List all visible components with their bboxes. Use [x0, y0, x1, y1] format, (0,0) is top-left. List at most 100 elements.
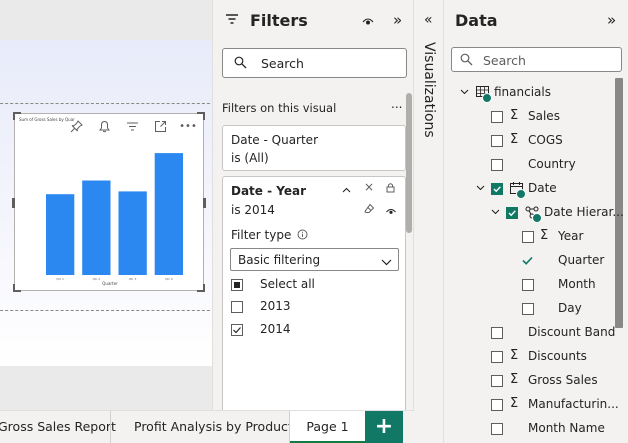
visualizations-pane-collapsed[interactable]: « Visualizations: [414, 0, 444, 443]
checkbox-unchecked[interactable]: [491, 375, 503, 387]
tree-field-discount-band[interactable]: Discount Band: [444, 324, 619, 344]
clear-close-icon[interactable]: ×: [364, 180, 374, 194]
info-icon[interactable]: [297, 229, 308, 243]
filter-option-label: Select all: [260, 277, 315, 291]
checkbox-unchecked[interactable]: [491, 327, 503, 339]
filter-card-title: Date - Quarter: [231, 133, 318, 147]
checkbox-unchecked[interactable]: [231, 301, 243, 313]
chevron-down-icon: [381, 255, 392, 269]
chart-plot: Qtr 1 Qtr 2 Qtr 3 Qtr 4: [46, 153, 183, 281]
tab-page-1[interactable]: Page 1: [290, 411, 365, 443]
checkbox-checked[interactable]: [491, 183, 503, 195]
pin-icon[interactable]: [67, 119, 85, 133]
checkbox-unchecked[interactable]: [522, 303, 534, 315]
sigma-icon: Σ: [510, 372, 519, 387]
filter-lines-icon: [225, 13, 239, 28]
sigma-icon: Σ: [540, 228, 549, 243]
page-tabs-bar: Gross Sales Report Profit Analysis by Pr…: [0, 410, 414, 443]
checkbox-partial[interactable]: [231, 279, 243, 291]
tab-gross-sales-report[interactable]: Gross Sales Report: [0, 411, 116, 443]
bell-icon[interactable]: [95, 119, 113, 133]
checkbox-unchecked[interactable]: [491, 159, 503, 171]
filter-card-date-year[interactable]: Date - Year is 2014 × Filter type Basic …: [222, 176, 406, 410]
tree-label: Discount Band: [528, 325, 616, 339]
data-pane: Data » financials Σ Sales Σ COGS Country: [444, 0, 628, 443]
data-scrollbar[interactable]: [615, 78, 623, 328]
checkbox-checked[interactable]: [506, 207, 518, 219]
tree-field-cogs[interactable]: Σ COGS: [444, 132, 614, 152]
more-options-icon[interactable]: •••: [179, 119, 197, 133]
chevron-down-icon[interactable]: [491, 207, 500, 218]
chevron-down-icon[interactable]: [460, 87, 469, 98]
tree-field-month[interactable]: Month: [444, 276, 614, 296]
bar-qtr-4[interactable]: [154, 153, 183, 275]
checkbox-unchecked[interactable]: [522, 231, 534, 243]
tree-field-date[interactable]: Date: [444, 180, 614, 200]
hierarchy-icon: [525, 206, 542, 223]
calendar-icon: [510, 182, 526, 199]
checkbox-unchecked[interactable]: [491, 135, 503, 147]
filters-pane: Filters » Filters on this visual ... Dat…: [212, 0, 414, 410]
filter-card-summary: is (All): [231, 151, 269, 165]
tree-field-date-hierarchy[interactable]: Date Hierar...: [444, 204, 624, 224]
tree-field-manufacturing[interactable]: Σ Manufacturin...: [444, 396, 619, 416]
tree-label: Month Name: [528, 421, 605, 435]
tree-label: financials: [494, 85, 551, 99]
lock-icon[interactable]: [386, 182, 395, 196]
tab-profit-analysis-by-product[interactable]: Profit Analysis by Product: [134, 411, 293, 443]
filters-search-box[interactable]: [222, 48, 407, 78]
eye-icon[interactable]: [362, 15, 374, 29]
checkbox-unchecked[interactable]: [491, 111, 503, 123]
tree-label: Manufacturin...: [528, 397, 619, 411]
data-search-box[interactable]: [451, 47, 622, 72]
filter-icon[interactable]: [123, 119, 141, 133]
collapse-card-icon[interactable]: [342, 183, 351, 196]
add-page-button[interactable]: +: [365, 411, 403, 443]
chevron-down-icon[interactable]: [476, 183, 485, 194]
visualizations-label[interactable]: Visualizations: [421, 42, 437, 138]
collapse-filters-icon[interactable]: »: [393, 11, 402, 29]
filters-search-input[interactable]: [261, 54, 401, 72]
data-pane-title: Data: [455, 11, 498, 30]
tree-field-country[interactable]: Country: [444, 156, 614, 176]
data-search-input[interactable]: [483, 51, 613, 69]
bar-qtr-3[interactable]: [118, 191, 147, 275]
tree-field-gross-sales[interactable]: Σ Gross Sales: [444, 372, 619, 392]
tree-field-quarter[interactable]: Quarter: [444, 252, 614, 272]
checkbox-checked[interactable]: [231, 324, 243, 336]
tree-field-day[interactable]: Day: [444, 300, 614, 320]
bar-chart-visual[interactable]: Qtr 1 Qtr 2 Qtr 3 Qtr 4 Sum of Gross Sales …: [12, 112, 206, 292]
checkbox-unchecked[interactable]: [522, 279, 534, 291]
eye-icon[interactable]: [386, 205, 396, 218]
filter-option-label: 2014: [260, 322, 291, 336]
filter-card-date-quarter[interactable]: Date - Quarter is (All): [222, 125, 406, 171]
focus-mode-icon[interactable]: [151, 119, 169, 133]
bar-qtr-1[interactable]: [46, 194, 75, 275]
tab-divider: [110, 411, 111, 443]
tree-label: Day: [558, 301, 582, 315]
tree-field-sales[interactable]: Σ Sales: [444, 108, 614, 128]
tree-table-financials[interactable]: financials: [444, 84, 614, 104]
checkbox-unchecked[interactable]: [491, 351, 503, 363]
filters-more-options[interactable]: ...: [391, 97, 402, 111]
checkbox-unchecked[interactable]: [491, 399, 503, 411]
table-icon: [476, 86, 492, 103]
filters-scrollbar[interactable]: [406, 93, 412, 233]
sigma-icon: Σ: [510, 132, 519, 147]
filter-option-label: 2013: [260, 299, 291, 313]
filters-header: Filters »: [213, 0, 415, 42]
tree-label: Date: [528, 181, 557, 195]
tree-field-discounts[interactable]: Σ Discounts: [444, 348, 619, 368]
filters-section-title: Filters on this visual: [222, 101, 337, 115]
filter-card-summary: is 2014: [231, 203, 275, 217]
eraser-icon[interactable]: [364, 203, 375, 217]
checkmark-icon[interactable]: [521, 254, 534, 270]
collapse-data-icon[interactable]: »: [607, 11, 616, 29]
tree-field-month-name[interactable]: Month Name: [444, 420, 619, 440]
tree-label: Year: [558, 229, 584, 243]
filter-type-dropdown[interactable]: Basic filtering: [230, 248, 399, 271]
checkbox-unchecked[interactable]: [491, 423, 503, 435]
tree-field-year[interactable]: Σ Year: [444, 228, 614, 248]
expand-visualizations-icon[interactable]: «: [424, 12, 433, 28]
bar-qtr-2[interactable]: [82, 180, 111, 276]
